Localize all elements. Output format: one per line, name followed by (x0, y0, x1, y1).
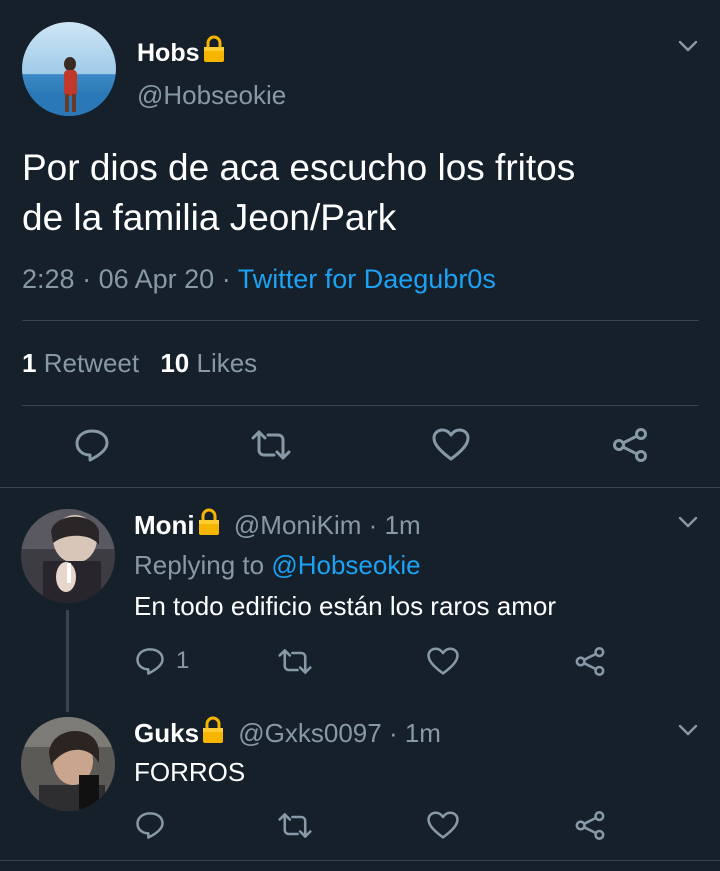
tweet-date: 06 Apr 20 (98, 264, 215, 294)
reply-icon[interactable] (134, 810, 166, 840)
display-name[interactable]: Hobs (137, 39, 200, 67)
replying-to-label: Replying to (134, 550, 265, 580)
tweet-text-line: de la familia Jeon/Park (22, 197, 397, 238)
divider (0, 487, 720, 488)
retweet-icon[interactable] (249, 428, 293, 462)
tweet-source[interactable]: Twitter for Daegubr0s (238, 264, 496, 294)
meta-separator: · (82, 264, 92, 294)
engagement-stats: 1 Retweet 10 Likes (22, 346, 257, 380)
retweet-icon[interactable] (276, 647, 314, 676)
chevron-down-icon[interactable] (676, 720, 700, 740)
handle[interactable]: @Hobseokie (137, 79, 286, 111)
like-label: Likes (196, 348, 258, 378)
share-icon[interactable] (610, 427, 650, 463)
meta-separator: · (221, 264, 231, 294)
like-icon[interactable] (431, 427, 471, 463)
like-count: 10 (160, 348, 190, 378)
tweet-meta: 2:28 · 06 Apr 20 · Twitter for Daegubr0s (22, 262, 496, 296)
retweet-count: 1 (22, 348, 37, 378)
like-stat[interactable]: 10 Likes (160, 348, 257, 378)
reply-text: FORROS (134, 757, 246, 787)
display-name[interactable]: Moni (134, 510, 195, 540)
divider (22, 405, 699, 406)
lock-icon (197, 507, 221, 537)
tweet-text: Por dios de aca escucho los fritos de la… (22, 143, 702, 243)
divider (22, 320, 699, 321)
like-icon[interactable] (426, 810, 460, 841)
share-icon[interactable] (573, 810, 607, 841)
display-name[interactable]: Guks (134, 718, 199, 748)
retweet-stat[interactable]: 1 Retweet (22, 348, 146, 378)
share-icon[interactable] (573, 646, 607, 677)
reply-time: · 1m (368, 510, 421, 540)
reply-count: 1 (176, 647, 190, 674)
chevron-down-icon[interactable] (676, 512, 700, 532)
replying-to-handle[interactable]: @Hobseokie (271, 550, 420, 580)
retweet-icon[interactable] (276, 811, 314, 840)
tweet-time: 2:28 (22, 264, 75, 294)
reply-icon[interactable] (134, 646, 166, 676)
lock-icon (202, 34, 226, 64)
reply-icon[interactable] (73, 427, 111, 463)
chevron-down-icon[interactable] (676, 36, 700, 56)
avatar[interactable] (21, 717, 115, 811)
reply-time: · 1m (388, 718, 441, 748)
thread-line (66, 610, 69, 712)
like-icon[interactable] (426, 646, 460, 677)
avatar[interactable] (22, 22, 116, 116)
divider (0, 860, 720, 861)
tweet-text-line: Por dios de aca escucho los fritos (22, 147, 576, 188)
avatar[interactable] (21, 509, 115, 603)
lock-icon (201, 715, 225, 745)
handle[interactable]: @Gxks0097 (238, 718, 381, 748)
handle[interactable]: @MoniKim (234, 510, 362, 540)
reply-text: En todo edificio están los raros amor (134, 591, 556, 621)
retweet-label: Retweet (43, 348, 140, 378)
